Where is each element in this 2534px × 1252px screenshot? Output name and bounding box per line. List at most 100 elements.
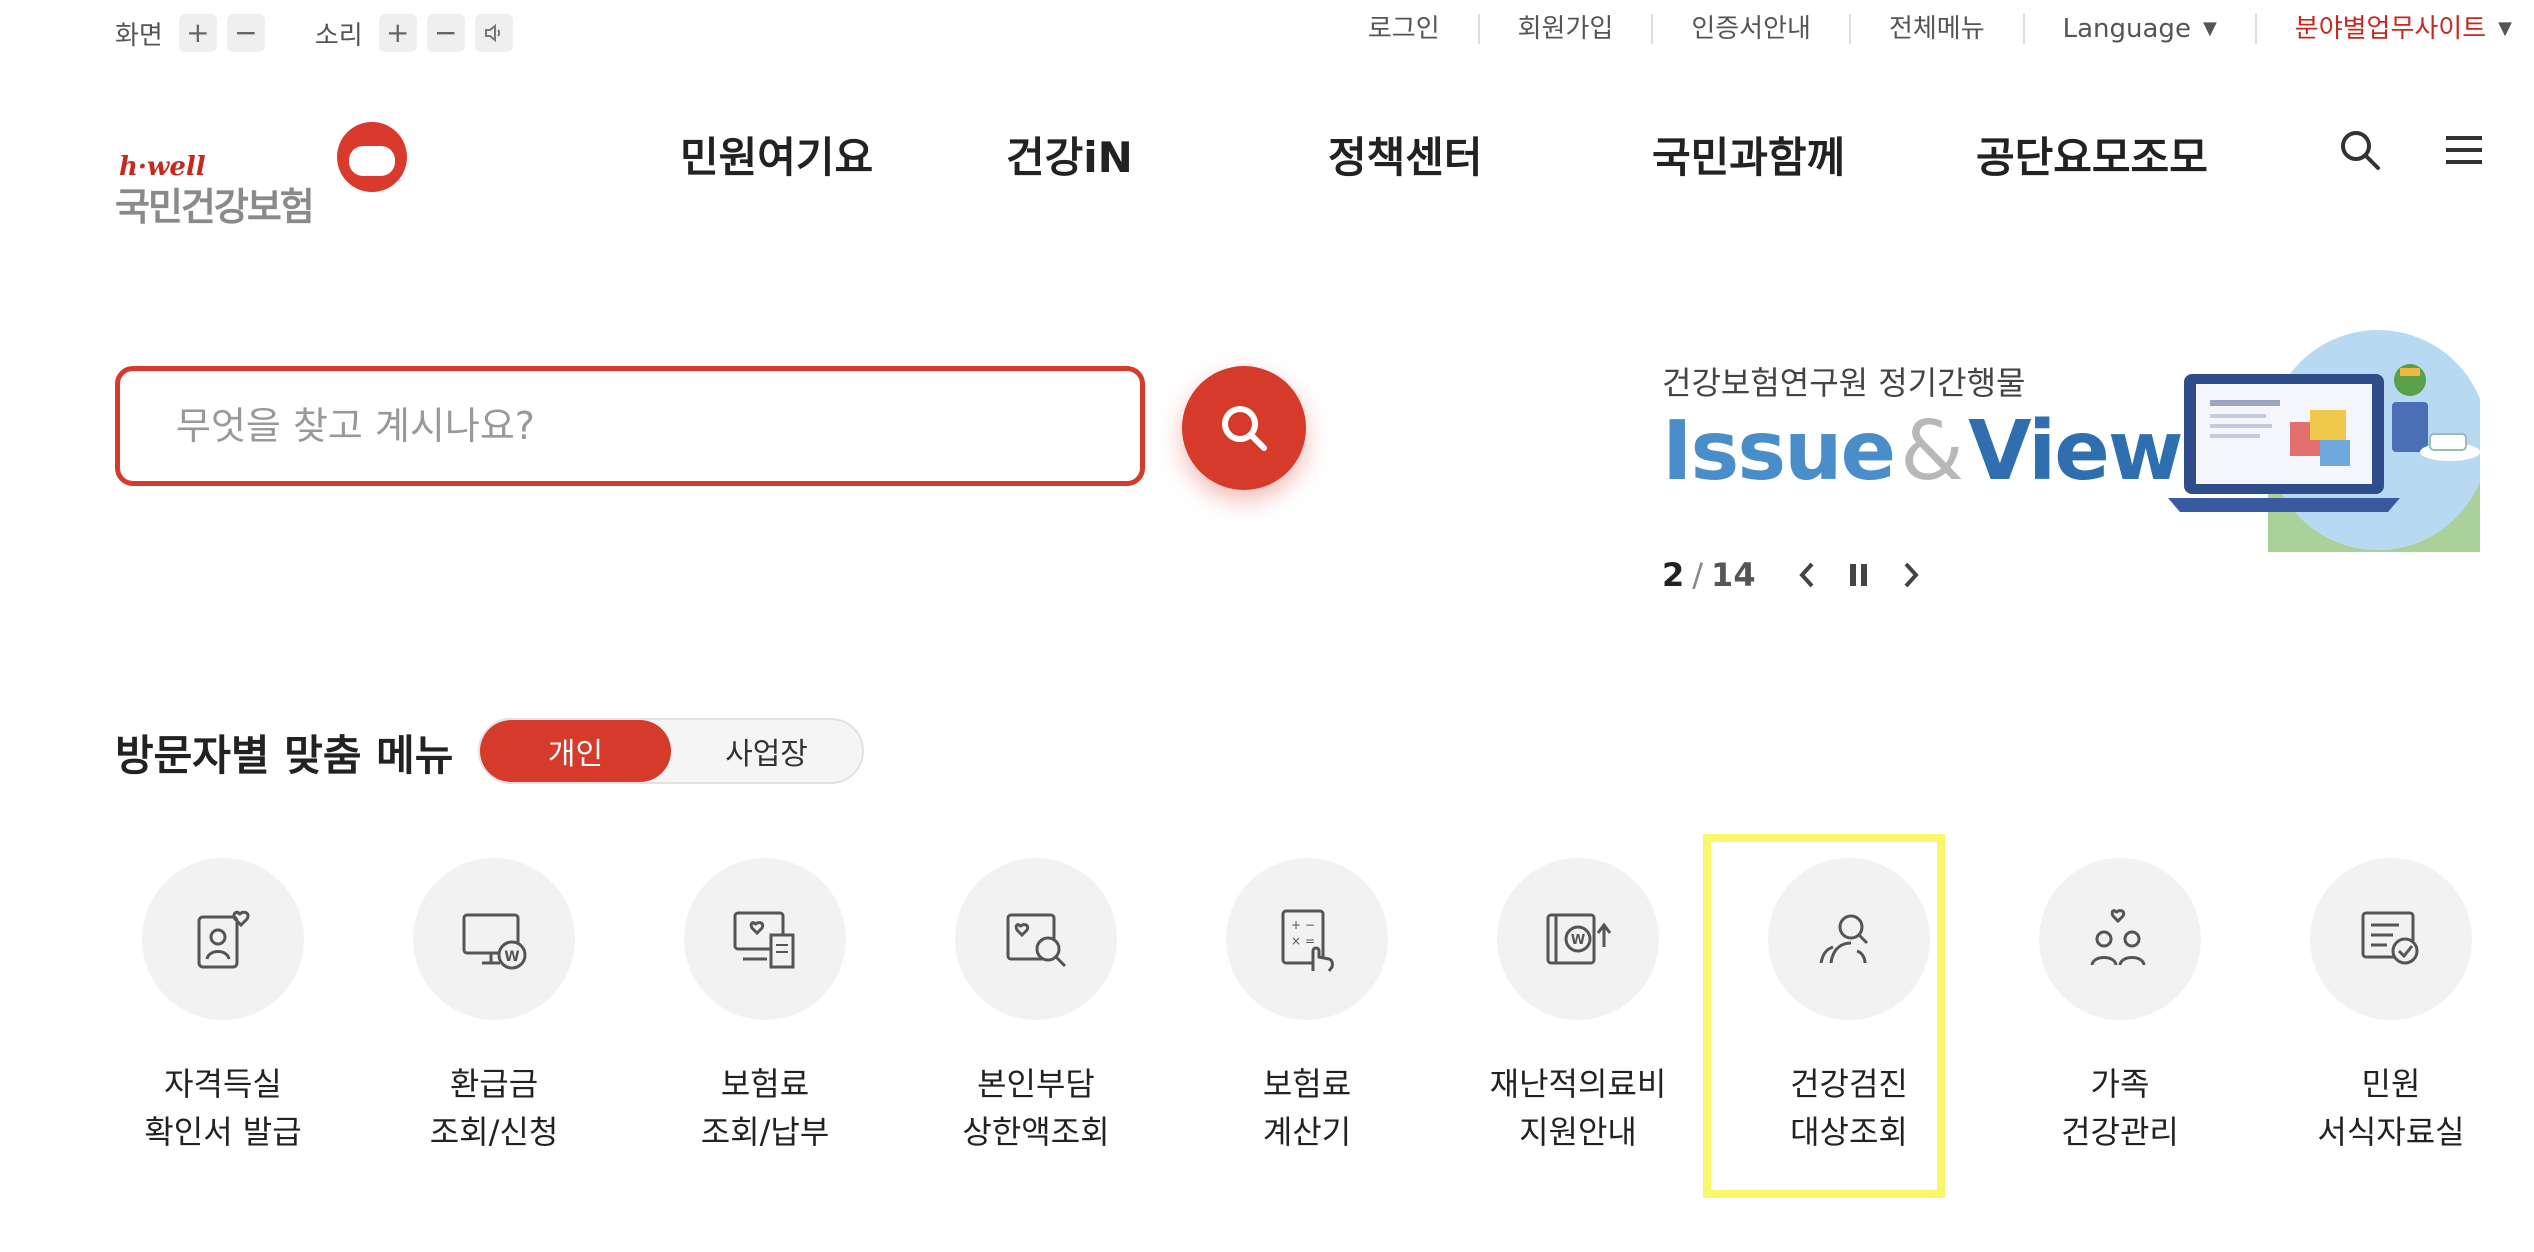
menu-label: 환급금조회/신청 [430, 1060, 559, 1156]
utility-links: 로그인 회원가입 인증서안내 전체메뉴 Language ▼ 분야별업무사이트 ▼ [1330, 14, 2512, 44]
menu-item-forms-library[interactable]: 민원서식자료실 [2266, 858, 2516, 1198]
logo-mark-icon [337, 122, 407, 192]
main-header: h·well 국민건강보험 민원여기요 건강iN 정책센터 국민과함께 공단요모… [0, 64, 2534, 234]
business-sites-label: 분야별업무사이트 [2294, 14, 2487, 44]
menu-icon-circle: W [1497, 858, 1659, 1020]
nav-item-civil-service[interactable]: 민원여기요 [680, 124, 873, 185]
svg-text:=: = [1305, 934, 1315, 948]
nav-item-health-in[interactable]: 건강iN [1006, 124, 1133, 185]
menu-label-line1: 민원 [2361, 1065, 2421, 1103]
logo-name-text: 국민건강보험 [115, 185, 315, 229]
menu-label-line2: 지원안내 [1519, 1113, 1637, 1151]
banner-title-issue: Issue [1662, 404, 1896, 499]
search-field-wrapper [115, 366, 1145, 486]
menu-label: 보험료 계산기 [1263, 1060, 1351, 1156]
login-link[interactable]: 로그인 [1330, 14, 1478, 44]
calculator-hand-icon: + − × = [1281, 909, 1334, 972]
menu-label-line1: 환급금 [449, 1065, 539, 1103]
menu-label-line2: 확인서 발급 [144, 1113, 302, 1151]
menu-label: 자격득실 확인서 발급 [144, 1060, 301, 1156]
volume-down-button[interactable]: − [426, 14, 465, 52]
svg-text:−: − [1305, 918, 1315, 932]
menu-icon-circle: + − × = [1226, 858, 1388, 1020]
signup-link[interactable]: 회원가입 [1477, 14, 1652, 44]
sound-group: 소리 + − [315, 14, 523, 52]
next-slide-button[interactable] [1896, 558, 1926, 592]
caret-down-icon: ▼ [2498, 18, 2512, 39]
screen-zoom-group: 화면 + − [115, 14, 275, 52]
book-won-icon: W [1546, 913, 1612, 965]
document-check-icon [2361, 911, 2419, 965]
tab-individual[interactable]: 개인 [480, 720, 671, 782]
menu-item-catastrophic-medical[interactable]: W 재난적의료비지원안내 [1453, 858, 1703, 1198]
menu-item-copay-limit[interactable]: 본인부담상한액조회 [911, 858, 1161, 1198]
search-submit-button[interactable] [1182, 366, 1306, 490]
nav-item-policy-center[interactable]: 정책센터 [1328, 124, 1483, 185]
svg-text:W: W [1571, 933, 1585, 948]
menu-label-line1: 재난적의료비 [1489, 1065, 1667, 1103]
menu-label-line2: 계산기 [1262, 1113, 1352, 1151]
prev-slide-button[interactable] [1792, 558, 1822, 592]
menu-item-qualification-cert[interactable]: 자격득실 확인서 발급 [98, 858, 348, 1198]
nav-item-with-public[interactable]: 국민과함께 [1652, 124, 1845, 185]
menu-icon-circle [955, 858, 1117, 1020]
menu-label-line2: 조회/신청 [429, 1113, 559, 1151]
highlight-box [1703, 834, 1945, 1198]
chevron-left-icon [1798, 562, 1814, 588]
banner-title-view: View [1968, 404, 2183, 499]
hamburger-menu-icon[interactable] [2440, 126, 2488, 174]
menu-label-line2: 서식자료실 [2317, 1113, 2465, 1151]
sound-label: 소리 [314, 20, 363, 51]
screen-label: 화면 [115, 20, 163, 51]
menu-label: 보험료 조회/납부 [701, 1060, 830, 1156]
pause-slide-button[interactable] [1844, 558, 1874, 592]
menu-item-premium-inquiry[interactable]: 보험료 조회/납부 [640, 858, 890, 1198]
certificate-guide-link[interactable]: 인증서안내 [1651, 14, 1849, 44]
chevron-right-icon [1904, 562, 1919, 588]
menu-label-line1: 본인부담 [977, 1065, 1095, 1103]
menu-label: 민원서식자료실 [2317, 1060, 2464, 1156]
menu-icon-circle [2310, 858, 2472, 1020]
monitor-heart-receipt-icon [733, 911, 795, 969]
volume-up-button[interactable]: + [378, 14, 417, 52]
menu-item-refund[interactable]: W 환급금조회/신청 [369, 858, 619, 1198]
menu-icon-circle [2039, 858, 2201, 1020]
pager-total: 14 [1711, 556, 1756, 594]
search-icon[interactable] [2336, 126, 2384, 174]
business-sites-dropdown[interactable]: 분야별업무사이트 ▼ [2254, 14, 2512, 44]
menu-label: 가족 건강관리 [2061, 1060, 2179, 1156]
menu-icon-circle [684, 858, 846, 1020]
svg-text:+: + [1291, 918, 1301, 932]
monitor-won-icon: W [462, 913, 527, 970]
menu-label-line1: 보험료 [720, 1065, 810, 1103]
visitor-menu-title: 방문자별 맞춤 메뉴 [115, 731, 454, 780]
language-label: Language [2062, 14, 2191, 44]
accessibility-controls: 화면 + − 소리 + − [115, 14, 563, 52]
heart-search-icon [1006, 913, 1067, 968]
menu-item-premium-calculator[interactable]: + − × = 보험료 계산기 [1182, 858, 1432, 1198]
person-card-heart-icon [197, 910, 250, 969]
menu-item-family-health[interactable]: 가족 건강관리 [1995, 858, 2245, 1198]
nav-item-about-corp[interactable]: 공단요모조모 [1976, 124, 2208, 185]
speaker-icon[interactable] [474, 14, 513, 52]
screen-zoom-in-button[interactable]: + [178, 14, 217, 52]
menu-label-line2: 상한액조회 [962, 1113, 1110, 1151]
nhis-logo[interactable]: h·well 국민건강보험 [115, 92, 415, 229]
all-menu-link[interactable]: 전체메뉴 [1848, 14, 2023, 44]
pager-current: 2 [1662, 556, 1685, 594]
visitor-type-toggle: 개인 사업장 [478, 718, 864, 784]
caret-down-icon: ▼ [2202, 18, 2217, 39]
menu-label-line1: 가족 [2090, 1065, 2150, 1103]
utility-bar: 화면 + − 소리 + − 로그인 회원가입 인증서안내 전체메뉴 Langua… [0, 0, 2534, 64]
banner-title[interactable]: Issue&View [1662, 404, 2184, 499]
menu-icon-circle [142, 858, 304, 1020]
svg-text:×: × [1291, 934, 1301, 948]
menu-label: 재난적의료비지원안내 [1490, 1060, 1667, 1156]
family-heart-icon [2090, 909, 2146, 966]
search-input[interactable] [176, 404, 1056, 448]
svg-text:W: W [504, 949, 519, 965]
screen-zoom-out-button[interactable]: − [226, 14, 265, 52]
menu-label: 본인부담상한액조회 [962, 1060, 1109, 1156]
tab-business[interactable]: 사업장 [671, 720, 862, 782]
language-dropdown[interactable]: Language ▼ [2022, 14, 2255, 44]
